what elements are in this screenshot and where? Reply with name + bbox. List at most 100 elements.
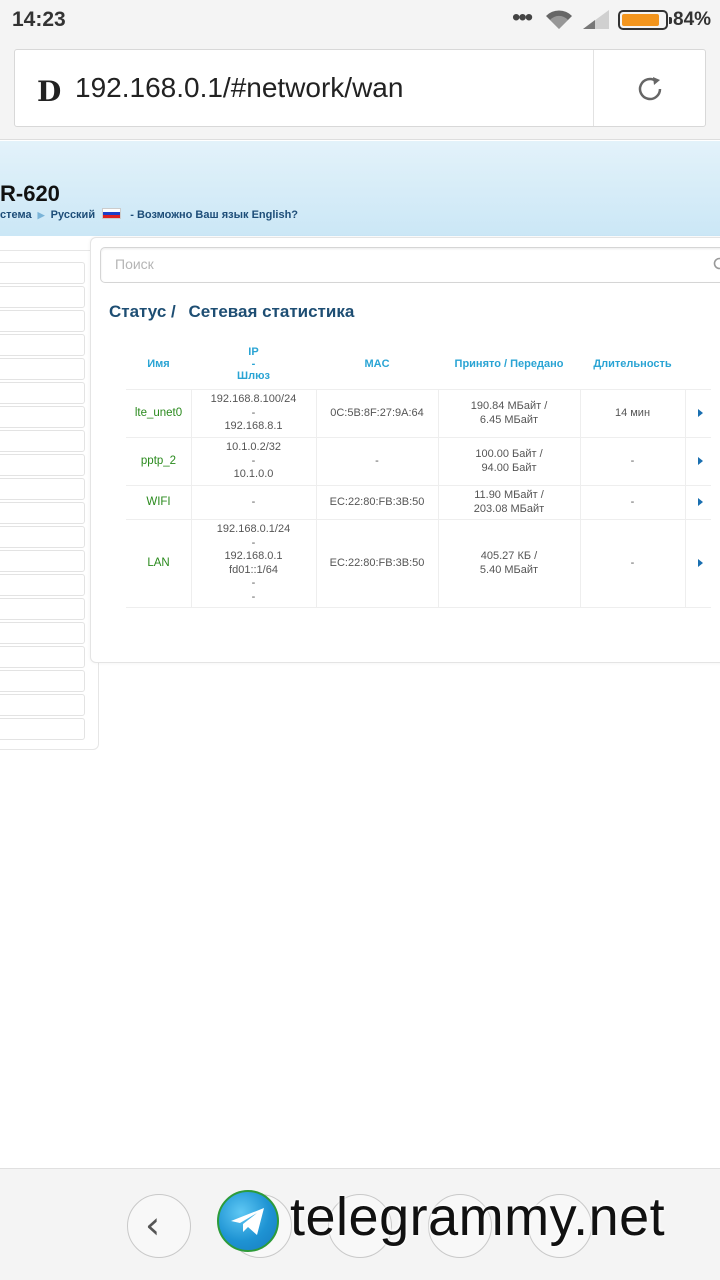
page-title: Статус / Сетевая статистика <box>109 302 354 322</box>
back-button[interactable]: ‹ <box>127 1194 191 1258</box>
sidebar-item[interactable] <box>0 622 85 644</box>
sidebar-item[interactable] <box>0 550 85 572</box>
cell-ip: - <box>191 486 316 519</box>
cell-line: 10.1.0.0 <box>233 468 274 481</box>
search-input[interactable] <box>115 256 675 272</box>
cell-line: - <box>251 590 256 603</box>
row-details-arrow-icon[interactable] <box>698 497 703 506</box>
status-time: 14:23 <box>12 8 66 31</box>
cell-duration: - <box>630 454 635 467</box>
cell-duration: - <box>630 556 635 569</box>
cell-line: - <box>251 495 256 508</box>
cell-traffic: 100.00 Байт /94.00 Байт <box>438 438 580 485</box>
sidebar-item[interactable] <box>0 454 85 476</box>
cell-name: LAN <box>147 556 170 569</box>
table-row[interactable]: LAN 192.168.0.1/24-192.168.0.1 fd01::1/64-… <box>126 520 711 608</box>
watermark-text: telegrammy.net <box>290 1187 666 1247</box>
wifi-icon <box>544 9 574 36</box>
cell-line: 94.00 Байт <box>481 461 537 474</box>
russian-flag-icon <box>102 208 122 219</box>
table-row[interactable]: WIFI - EC:22:80:FB:3B:50 11.90 МБайт /203.0… <box>126 486 711 520</box>
sidebar-item[interactable] <box>0 262 85 284</box>
sidebar-item[interactable] <box>0 334 85 356</box>
cell-traffic: 11.90 МБайт /203.08 МБайт <box>438 486 580 519</box>
cell-line: 405.27 КБ / <box>480 550 538 562</box>
sidebar-item[interactable] <box>0 598 85 620</box>
sidebar-item[interactable] <box>0 670 85 692</box>
sidebar-item[interactable] <box>0 478 85 500</box>
language-hint[interactable]: - Возможно Ваш язык English? <box>130 209 298 221</box>
cell-line: fd01::1/64 <box>229 563 278 576</box>
row-details-arrow-icon[interactable] <box>698 408 703 417</box>
col-header-name: Имя <box>147 358 170 370</box>
breadcrumb-status[interactable]: Статус / <box>109 302 176 321</box>
status-bar: 14:23 ••• 84% <box>0 0 720 40</box>
sidebar-item[interactable] <box>0 502 85 524</box>
cell-line: 6.45 МБайт <box>479 413 539 426</box>
router-header: R-620 стема ▶ Русский - Возможно Ваш язы… <box>0 141 720 236</box>
table-body: lte_unet0 192.168.8.100/24-192.168.8.1 0C:… <box>126 390 711 608</box>
sidebar-item[interactable] <box>0 382 85 404</box>
battery-percent: 84% <box>673 9 712 30</box>
col-header-mac: MAC <box>364 358 390 370</box>
cell-line: - <box>251 406 256 419</box>
breadcrumb-network-stats: Сетевая статистика <box>188 302 355 321</box>
col-header-ip-line: - <box>251 358 256 370</box>
cell-signal-icon <box>583 10 609 35</box>
side-menu <box>0 250 99 750</box>
table-row[interactable]: pptp_2 10.1.0.2/32-10.1.0.0 - 100.00 Байт /… <box>126 438 711 486</box>
cell-name: WIFI <box>146 495 171 508</box>
sidebar-item[interactable] <box>0 694 85 716</box>
cell-traffic: 405.27 КБ /5.40 МБайт <box>438 520 580 607</box>
cell-line: 11.90 МБайт / <box>474 489 544 501</box>
sidebar-item[interactable] <box>0 286 85 308</box>
cell-line: 10.1.0.2/32 <box>225 441 282 454</box>
cell-duration: 14 мин <box>614 406 651 419</box>
sidebar-item[interactable] <box>0 406 85 428</box>
col-header-duration: Длительность <box>593 358 672 370</box>
search-box[interactable] <box>100 247 720 283</box>
column-divider <box>685 520 686 607</box>
address-divider <box>593 50 594 126</box>
column-divider <box>685 438 686 485</box>
url-text[interactable]: 192.168.0.1/#network/wan <box>75 72 403 104</box>
browser-toolbar: D 192.168.0.1/#network/wan <box>0 40 720 140</box>
sidebar-item[interactable] <box>0 646 85 668</box>
sidebar-item[interactable] <box>0 358 85 380</box>
col-header-ip-line: IP <box>248 346 259 358</box>
column-divider <box>685 390 686 437</box>
device-model: R-620 <box>0 181 60 206</box>
cell-line: - <box>251 577 256 589</box>
address-bar[interactable]: D 192.168.0.1/#network/wan <box>14 49 706 127</box>
breadcrumb-system[interactable]: стема <box>0 209 32 221</box>
sidebar-item[interactable] <box>0 574 85 596</box>
cell-line: 100.00 Байт / <box>475 448 543 460</box>
cell-mac: 0C:5B:8F:27:9A:64 <box>330 406 424 419</box>
row-details-arrow-icon[interactable] <box>698 558 703 567</box>
cell-line: 192.168.0.1/24 <box>216 523 291 535</box>
table-row[interactable]: lte_unet0 192.168.8.100/24-192.168.8.1 0C:… <box>126 390 711 438</box>
reload-icon[interactable] <box>635 74 665 109</box>
sidebar-item[interactable] <box>0 526 85 548</box>
cell-traffic: 190.84 МБайт /6.45 МБайт <box>438 390 580 437</box>
battery-icon <box>618 10 672 30</box>
network-stats-table: Имя IP - Шлюз MAC Принято / Передано Дли… <box>126 338 711 608</box>
cell-line: 190.84 МБайт / <box>470 400 548 412</box>
cell-line: - <box>251 536 256 549</box>
sidebar-item[interactable] <box>0 430 85 452</box>
column-divider <box>685 486 686 519</box>
cell-line: 5.40 МБайт <box>479 563 539 576</box>
language-selector[interactable]: Русский <box>51 209 95 221</box>
back-arrow-icon: ‹ <box>145 1203 161 1247</box>
search-icon[interactable] <box>713 257 720 278</box>
cell-ip: 192.168.0.1/24-192.168.0.1 fd01::1/64- - <box>191 520 316 607</box>
site-favicon-icon: D <box>37 75 62 108</box>
row-details-arrow-icon[interactable] <box>698 456 703 465</box>
content-panel: Статус / Сетевая статистика Имя IP - Шлю… <box>90 237 720 663</box>
sidebar-item[interactable] <box>0 718 85 740</box>
table-header: Имя IP - Шлюз MAC Принято / Передано Дли… <box>126 338 711 390</box>
cell-ip: 10.1.0.2/32-10.1.0.0 <box>191 438 316 485</box>
sidebar-item[interactable] <box>0 310 85 332</box>
cell-name: pptp_2 <box>140 454 177 467</box>
screen: 14:23 ••• 84% D 192.168.0.1/#network/wan <box>0 0 720 1280</box>
